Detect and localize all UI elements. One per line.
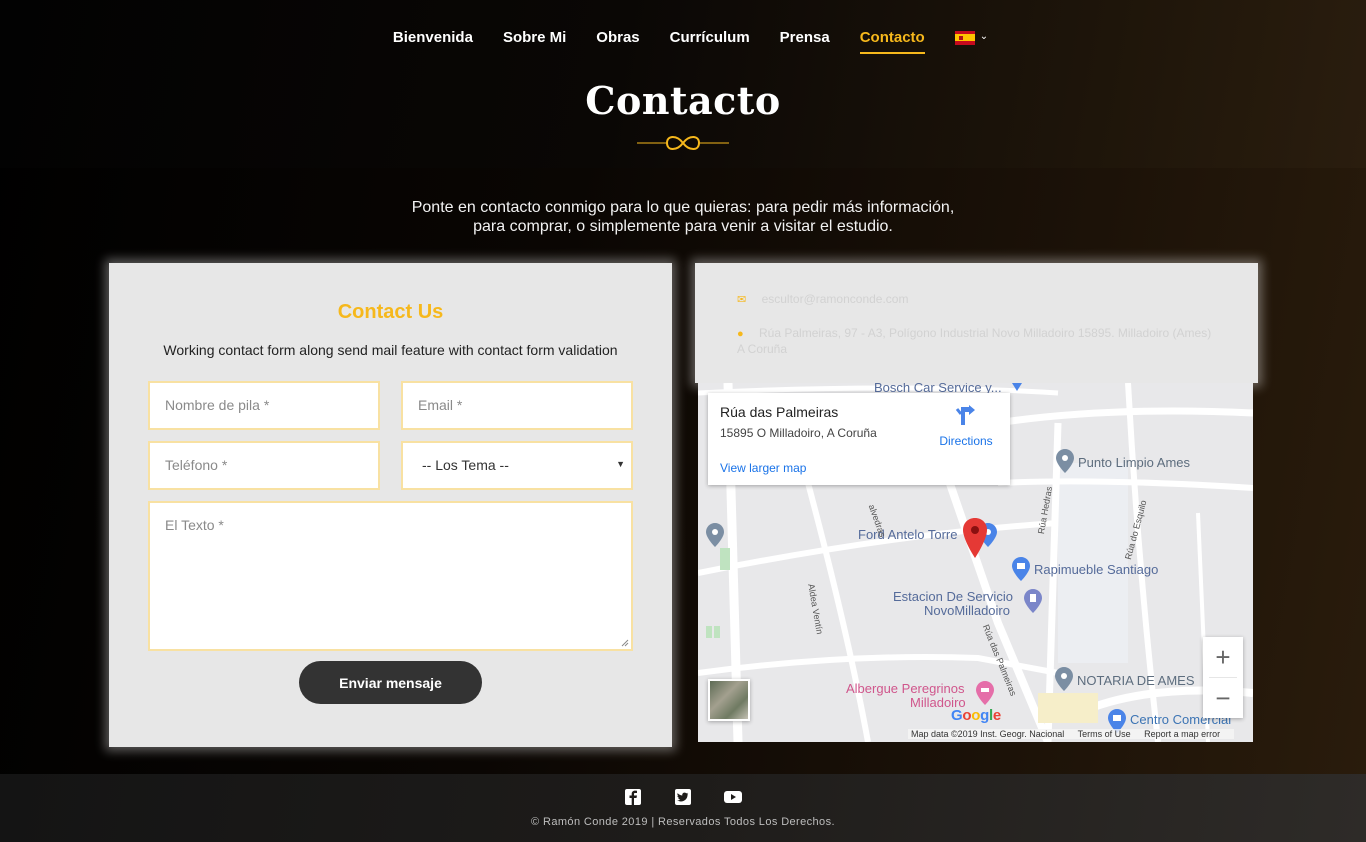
contact-address: Rúa Palmeiras, 97 - A3, Polígono Industr… — [737, 326, 1212, 356]
location-marker-icon[interactable] — [963, 518, 987, 558]
google-map[interactable]: Bosch Car Service y... Punto Limpio Ames… — [698, 383, 1253, 742]
bosch-pin-icon — [1012, 383, 1022, 391]
view-larger-map-link[interactable]: View larger map — [720, 461, 806, 475]
nav-item-contacto[interactable]: Contacto — [859, 29, 925, 54]
map-attribution: Map data ©2019 Inst. Geogr. Nacional Ter… — [908, 729, 1235, 739]
map-place-estacion-line2[interactable]: NovoMilladoiro — [924, 603, 1010, 618]
zoom-out-button[interactable]: − — [1203, 678, 1243, 718]
map-info-popup: Rúa das Palmeiras 15895 O Milladoiro, A … — [708, 393, 1010, 485]
topic-select[interactable]: -- Los Tema -- ▼ — [401, 441, 633, 490]
caret-down-icon: ▼ — [616, 459, 625, 469]
directions-button[interactable]: Directions — [936, 405, 996, 448]
name-input[interactable]: Nombre de pila * — [148, 381, 380, 430]
nav-item-sobre-mi[interactable]: Sobre Mi — [503, 29, 566, 54]
map-marker-icon: ● — [737, 328, 744, 340]
popup-title: Rúa das Palmeiras — [720, 404, 839, 420]
rapimueble-pin-icon — [1012, 557, 1030, 581]
nav-item-curriculum[interactable]: Currículum — [670, 29, 750, 54]
notaria-pin-icon — [1055, 667, 1073, 691]
zoom-in-button[interactable]: + — [1203, 637, 1243, 677]
report-error-link[interactable]: Report a map error — [1144, 729, 1220, 739]
email-input[interactable]: Email * — [401, 381, 633, 430]
spain-flag-icon — [954, 30, 975, 45]
social-links — [0, 788, 1366, 806]
satellite-toggle-button[interactable] — [708, 679, 750, 721]
contact-email[interactable]: escultor@ramonconde.com — [762, 292, 909, 306]
send-message-button[interactable]: Enviar mensaje — [299, 661, 482, 704]
site-footer: © Ramón Conde 2019 | Reservados Todos Lo… — [0, 774, 1366, 842]
intro-line-1: Ponte en contacto conmigo para lo que qu… — [411, 199, 955, 216]
message-textarea[interactable]: El Texto * — [148, 501, 633, 651]
site-header: Bienvenida Sobre Mi Obras Currículum Pre… — [0, 0, 1366, 168]
copyright-text: © Ramón Conde 2019 | Reservados Todos Lo… — [531, 816, 835, 828]
twitter-icon[interactable] — [674, 788, 692, 806]
page-title: Contacto — [585, 78, 781, 123]
popup-address: 15895 O Milladoiro, A Coruña — [720, 426, 877, 440]
ornament-divider-icon — [637, 136, 729, 150]
nav-item-obras[interactable]: Obras — [596, 29, 639, 54]
form-title: Contact Us — [337, 301, 444, 323]
phone-input[interactable]: Teléfono * — [148, 441, 380, 490]
map-data-text: Map data ©2019 Inst. Geogr. Nacional — [911, 729, 1065, 739]
youtube-icon[interactable] — [724, 788, 742, 806]
albergue-pin-icon — [976, 681, 994, 705]
nav-item-prensa[interactable]: Prensa — [780, 29, 830, 54]
topic-select-value: -- Los Tema -- — [422, 457, 509, 473]
map-place-notaria[interactable]: NOTARIA DE AMES — [1077, 673, 1195, 688]
intro-line-2: para comprar, o simplemente para venir a… — [473, 218, 893, 235]
facebook-icon[interactable] — [624, 788, 642, 806]
intro-text: Ponte en contacto conmigo para lo que qu… — [0, 198, 1366, 236]
nav-item-bienvenida[interactable]: Bienvenida — [393, 29, 473, 54]
map-place-rapimueble[interactable]: Rapimueble Santiago — [1034, 562, 1158, 577]
map-place-estacion-line1[interactable]: Estacion De Servicio — [893, 589, 1013, 604]
directions-label: Directions — [939, 434, 993, 448]
map-place-ford[interactable]: Ford Antelo Torre — [858, 527, 957, 542]
form-subtitle: Working contact form along send mail fea… — [163, 342, 618, 358]
terms-link[interactable]: Terms of Use — [1078, 729, 1131, 739]
google-logo: Google — [951, 707, 1001, 724]
contact-info-card: ✉ escultor@ramonconde.com ● Rúa Palmeira… — [695, 263, 1258, 383]
contact-address-row: ● Rúa Palmeiras, 97 - A3, Polígono Indus… — [737, 326, 1217, 357]
map-place-punto-limpio[interactable]: Punto Limpio Ames — [1078, 455, 1190, 470]
contact-form-card: Contact Us Working contact form along se… — [109, 263, 672, 747]
main-nav: Bienvenida Sobre Mi Obras Currículum Pre… — [0, 29, 1366, 54]
gas-station-pin-icon — [1024, 589, 1042, 613]
map-place-albergue-line1[interactable]: Albergue Peregrinos — [846, 681, 965, 696]
contact-email-row: ✉ escultor@ramonconde.com — [737, 292, 908, 308]
resize-grip-icon[interactable] — [621, 639, 629, 647]
zoom-controls: + − — [1203, 637, 1243, 718]
school-pin-icon — [706, 523, 724, 547]
chevron-down-icon: ⌄ — [979, 31, 989, 42]
language-selector[interactable]: ⌄ — [954, 30, 989, 53]
envelope-icon: ✉ — [737, 294, 747, 306]
punto-limpio-pin-icon — [1056, 449, 1074, 473]
directions-icon — [955, 405, 975, 425]
message-placeholder: El Texto * — [165, 517, 224, 533]
